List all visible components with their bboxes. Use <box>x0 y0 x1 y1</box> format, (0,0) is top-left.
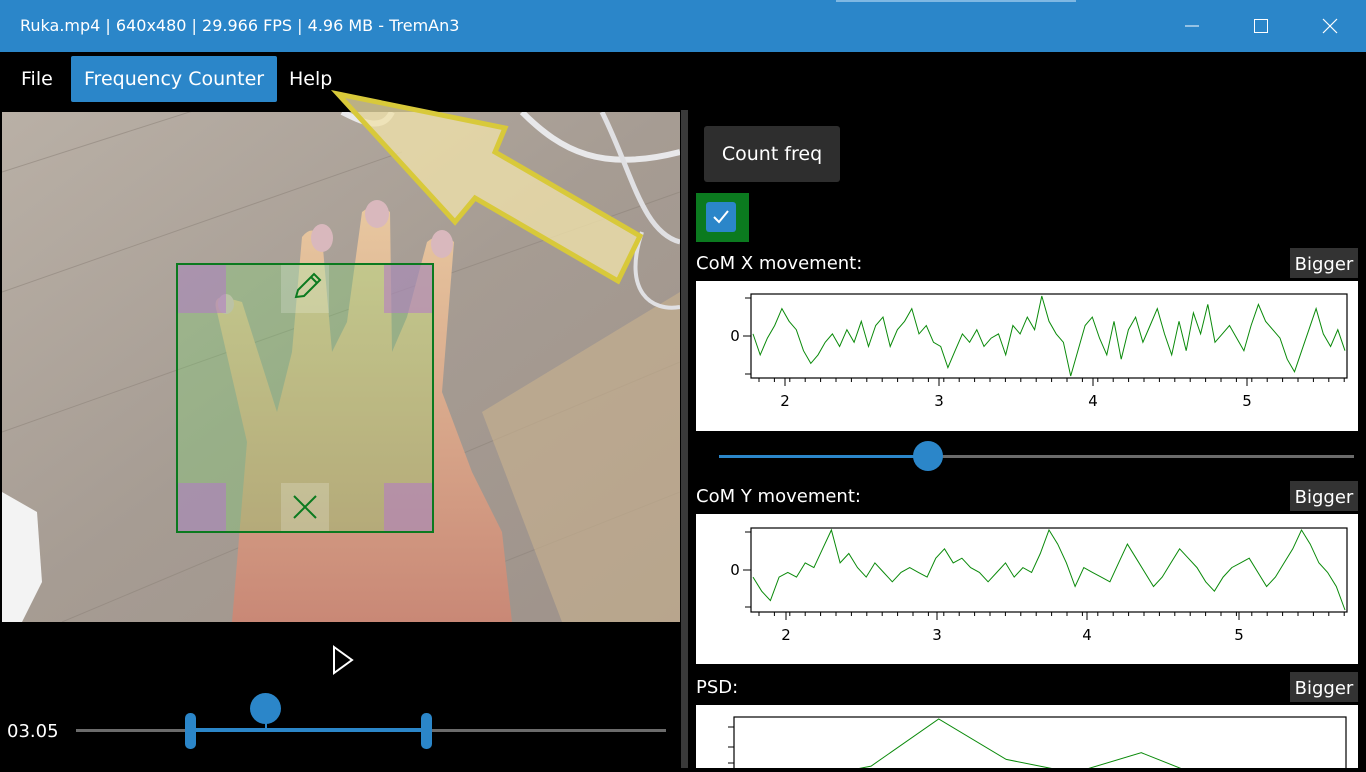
com-x-xtick-label-2: 2 <box>780 392 790 410</box>
minimize-button[interactable] <box>1158 0 1226 52</box>
com-y-bigger-button[interactable]: Bigger <box>1290 481 1358 511</box>
com-x-label: CoM X movement: <box>696 253 863 274</box>
threshold-slider-fill <box>719 455 927 458</box>
com-y-axes-frame <box>750 527 1348 613</box>
play-icon <box>333 645 354 675</box>
range-end-handle[interactable] <box>421 713 432 749</box>
com-x-bigger-button[interactable]: Bigger <box>1290 248 1358 278</box>
playhead-thumb[interactable] <box>250 693 281 724</box>
com-x-xtick-label-5: 5 <box>1242 392 1252 410</box>
menu-frequency-counter[interactable]: Frequency Counter <box>71 56 278 102</box>
psd-chart-svg <box>728 716 1347 772</box>
psd-axes-frame <box>733 716 1347 772</box>
com-y-xtick-label-4: 4 <box>1082 626 1092 644</box>
roi-checkbox[interactable] <box>706 202 736 232</box>
checkmark-icon <box>713 210 729 224</box>
count-freq-button[interactable]: Count freq <box>704 126 840 182</box>
com-x-series-line <box>752 295 1346 377</box>
close-button[interactable] <box>1296 0 1364 52</box>
play-button[interactable] <box>328 644 358 676</box>
timeline-selected-range <box>190 728 427 732</box>
menu-file[interactable]: File <box>8 56 66 102</box>
window-title: Ruka.mp4 | 640x480 | 29.966 FPS | 4.96 M… <box>20 16 460 35</box>
maximize-icon <box>1254 19 1268 33</box>
minimize-icon <box>1185 25 1199 27</box>
title-bar-accent-line <box>836 0 1076 2</box>
com-y-label: CoM Y movement: <box>696 486 861 507</box>
psd-label: PSD: <box>696 677 739 698</box>
com-x-ytick-label-0: 0 <box>730 327 740 345</box>
com-y-xtick-label-5: 5 <box>1234 626 1244 644</box>
com-x-xtick-label-3: 3 <box>934 392 944 410</box>
current-time: 03.05 <box>7 721 59 742</box>
maximize-button[interactable] <box>1227 0 1295 52</box>
title-bar: Ruka.mp4 | 640x480 | 29.966 FPS | 4.96 M… <box>0 0 1366 52</box>
com-y-xtick-label-2: 2 <box>781 626 791 644</box>
psd-bigger-button[interactable]: Bigger <box>1290 672 1358 702</box>
panel-splitter[interactable] <box>681 110 688 768</box>
psd-chart <box>696 705 1358 772</box>
com-x-chart: 2 3 4 5 0 <box>696 281 1358 431</box>
close-icon <box>1322 18 1338 34</box>
com-x-chart-svg: 2 3 4 5 0 <box>730 293 1348 410</box>
com-y-xtick-label-3: 3 <box>932 626 942 644</box>
menu-bar: File Frequency Counter Help <box>0 52 1366 110</box>
com-y-ytick-label-0: 0 <box>730 561 740 579</box>
roi-checkbox-container <box>696 193 749 242</box>
hint-arrow <box>330 90 644 285</box>
com-x-xtick-label-4: 4 <box>1088 392 1098 410</box>
range-start-handle[interactable] <box>185 713 196 749</box>
com-y-series-line <box>752 528 1346 611</box>
com-y-chart: 2 3 4 5 0 <box>696 514 1358 664</box>
com-y-chart-svg: 2 3 4 5 0 <box>730 527 1348 644</box>
psd-series-line <box>839 718 1192 772</box>
threshold-slider-thumb[interactable] <box>913 441 943 471</box>
